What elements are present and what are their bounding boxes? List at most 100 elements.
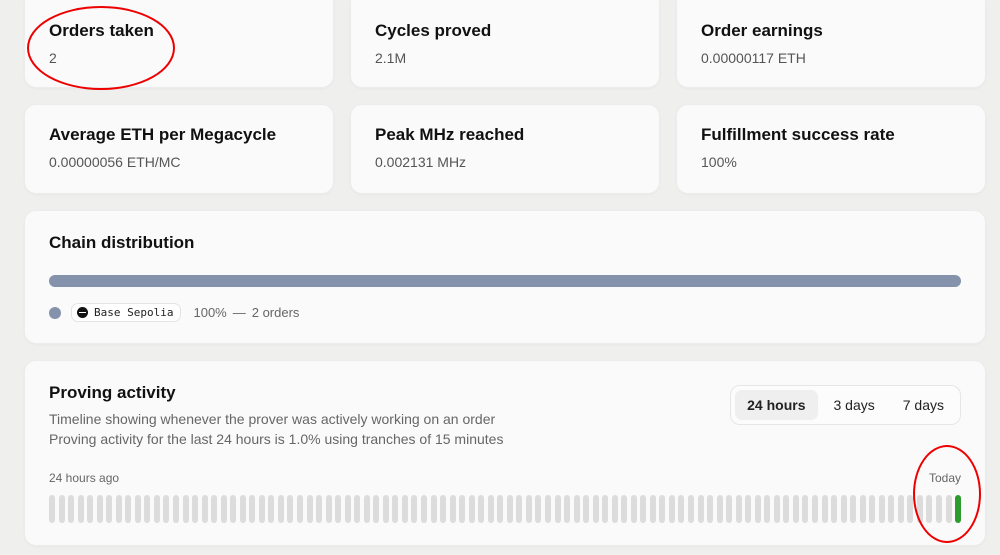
timeline-tranche <box>287 495 294 523</box>
timeline-tranche <box>77 495 84 523</box>
timeline-tranche <box>630 495 637 523</box>
timeline-tranche <box>163 495 170 523</box>
timeline-tranche <box>754 495 761 523</box>
timeline-tranche <box>907 495 914 523</box>
stat-title: Order earnings <box>701 21 823 40</box>
timeline-tranche <box>611 495 618 523</box>
timeline-tranche-active <box>955 495 961 523</box>
chain-distribution-card: Chain distribution Base Sepolia 100% — 2… <box>24 210 986 344</box>
tab-24-hours[interactable]: 24 hours <box>735 390 818 420</box>
stat-card-peak-mhz: Peak MHz reached 0.002131 MHz <box>350 104 660 194</box>
timeline-tranche <box>58 495 65 523</box>
tab-7-days[interactable]: 7 days <box>891 390 956 420</box>
timeline-tranche <box>373 495 380 523</box>
tab-3-days[interactable]: 3 days <box>822 390 887 420</box>
timeline-tranche <box>859 495 866 523</box>
stat-value: 2.1M <box>375 50 407 66</box>
timeline-tranche <box>745 495 752 523</box>
timeline-tranche <box>297 495 303 523</box>
timeline-tranche <box>468 495 475 523</box>
timeline-tranche <box>621 495 628 523</box>
timeline-tranche <box>716 495 723 523</box>
timeline-tranche <box>239 495 246 523</box>
stat-title: Average ETH per Megacycle <box>49 125 277 144</box>
chain-separator: — <box>232 305 246 320</box>
timeline-tranche <box>659 495 666 523</box>
stat-card-order-earnings: Order earnings 0.00000117 ETH <box>676 0 986 88</box>
timeline-tranche <box>726 495 733 523</box>
timeline-tranche <box>564 495 570 523</box>
chain-legend: Base Sepolia 100% — 2 orders <box>49 303 299 322</box>
timeline-tranche <box>878 495 885 523</box>
stat-title: Fulfillment success rate <box>701 125 895 144</box>
stat-title: Peak MHz reached <box>375 125 525 144</box>
timeline-tranche <box>935 495 942 523</box>
timeline-tranche <box>678 495 685 523</box>
timeline-tranche <box>96 495 103 523</box>
timeline-tranche <box>554 495 561 523</box>
timeline-tranche <box>707 495 713 523</box>
timeline-tranche <box>916 495 923 523</box>
timeline-tranche <box>783 495 790 523</box>
timeline-tranche <box>449 495 456 523</box>
activity-timeline <box>49 495 961 523</box>
timeline-tranche <box>764 495 771 523</box>
timeline-tranche <box>831 495 837 523</box>
timeline-tranche <box>192 495 199 523</box>
timeline-tranche <box>392 495 399 523</box>
timeline-tranche <box>220 495 227 523</box>
timeline-tranche <box>411 495 418 523</box>
stat-value: 100% <box>701 154 737 170</box>
timeline-tranche <box>420 495 427 523</box>
timeline-tranche <box>401 495 408 523</box>
timeline-tranche <box>792 495 799 523</box>
chain-share: 100% <box>193 305 227 320</box>
timeline-tranche <box>602 495 609 523</box>
timeline-tranche <box>201 495 208 523</box>
timeline-tranche <box>258 495 265 523</box>
timeline-tranche <box>134 495 141 523</box>
chain-name: Base Sepolia <box>94 306 174 319</box>
timeline-tranche <box>850 495 857 523</box>
section-title: Chain distribution <box>49 233 195 252</box>
timeline-tranche <box>506 495 513 523</box>
chain-distribution-bar <box>49 275 961 287</box>
stat-card-cycles-proved: Cycles proved 2.1M <box>350 0 660 88</box>
timeline-tranche <box>144 495 151 523</box>
timeline-tranche <box>525 495 532 523</box>
timeline-tranche <box>945 495 952 523</box>
stat-title: Orders taken <box>49 21 154 40</box>
stat-value: 0.002131 MHz <box>375 154 467 170</box>
timeline-tranche <box>535 495 542 523</box>
timeline-tranche <box>106 495 113 523</box>
timeline-tranche <box>573 495 580 523</box>
stat-value: 2 <box>49 50 57 66</box>
stat-card-avg-eth-per-megacycle: Average ETH per Megacycle 0.00000056 ETH… <box>24 104 334 194</box>
timeline-tranche <box>583 495 590 523</box>
timeline-tranche <box>115 495 122 523</box>
timeline-tranche <box>87 495 94 523</box>
activity-summary: Proving activity for the last 24 hours i… <box>49 431 504 447</box>
timeline-tranche <box>888 495 895 523</box>
chain-orders: 2 orders <box>251 305 300 320</box>
timeline-tranche <box>897 495 904 523</box>
legend-dot <box>49 306 61 319</box>
timeline-tranche <box>640 495 647 523</box>
timeline-tranche <box>325 495 332 523</box>
timeline-tranche <box>249 495 256 523</box>
timeline-tranche <box>697 495 704 523</box>
timeline-end-label: Today <box>928 471 961 485</box>
timeline-tranche <box>926 495 933 523</box>
timeline-tranche <box>125 495 132 523</box>
timeline-tranche <box>68 495 75 523</box>
timeline-tranche <box>354 495 361 523</box>
timeline-tranche <box>802 495 809 523</box>
timeline-tranche <box>382 495 389 523</box>
timeline-tranche <box>173 495 179 523</box>
timeline-tranche <box>211 495 218 523</box>
stat-card-fulfillment-rate: Fulfillment success rate 100% <box>676 104 986 194</box>
timeline-tranche <box>430 495 437 523</box>
time-range-tabs: 24 hours 3 days 7 days <box>730 385 961 425</box>
timeline-tranche <box>735 495 742 523</box>
timeline-tranche <box>277 495 284 523</box>
